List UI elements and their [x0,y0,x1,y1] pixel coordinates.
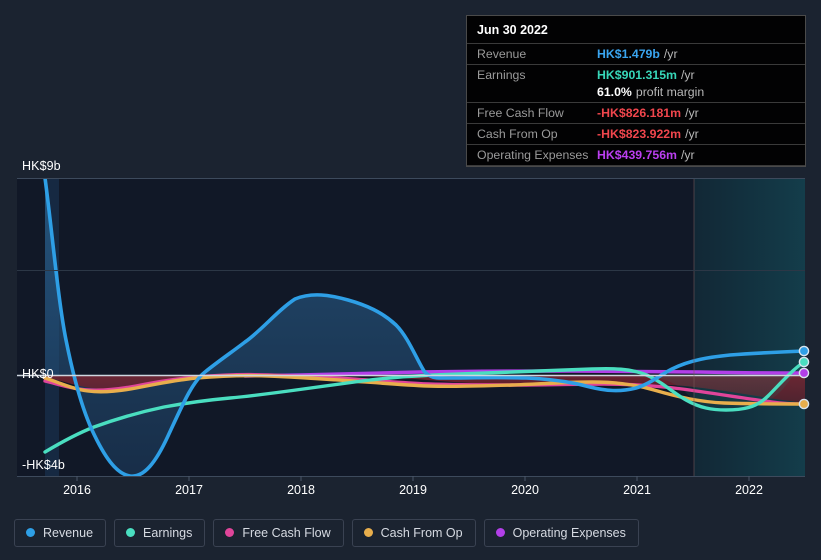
legend-dot-icon [26,528,35,537]
chart-legend: Revenue Earnings Free Cash Flow Cash From O… [0,505,821,560]
tooltip-row: Earnings HK$901.315m/yr [467,64,805,85]
y-axis-label-top: HK$9b [22,159,61,173]
tooltip-row-unit: /yr [680,148,695,162]
tooltip-row: Operating Expenses HK$439.756m/yr [467,144,805,166]
tooltip-row-unit: /yr [680,68,695,82]
y-axis-label-bottom: -HK$4b [22,458,65,472]
x-axis-label-2017: 2017 [175,483,203,497]
endpoint-revenue [798,345,810,357]
legend-item-revenue[interactable]: Revenue [14,518,107,547]
legend-item-cash-from-op[interactable]: Cash From Op [351,518,476,547]
legend-dot-icon [363,528,373,537]
tooltip-row-label: Cash From Op [477,127,558,141]
legend-item-label: Revenue [43,525,94,540]
y-axis-label-zero: HK$0 [22,367,54,381]
legend-item-label: Earnings [143,525,193,540]
x-axis-label-2022: 2022 [735,483,763,497]
tooltip-row-value: HK$439.756m [597,148,677,162]
endpoint-earnings [798,356,810,368]
tooltip-row-value: HK$901.315m [597,68,677,82]
forecast-band [694,178,805,476]
tooltip-row-label: Free Cash Flow [477,106,564,120]
endpoint-operating-expenses [798,367,810,379]
tooltip-row-value: -HK$823.922m [597,127,682,141]
legend-item-label: Cash From Op [380,525,463,540]
legend-item-label: Free Cash Flow [242,525,331,540]
legend-item-earnings[interactable]: Earnings [114,518,206,547]
tooltip-date: Jun 30 2022 [477,23,548,37]
legend-item-label: Operating Expenses [512,525,626,540]
tooltip-row-value: -HK$826.181m [597,106,682,120]
legend-dot-icon [225,528,235,537]
legend-dot-icon [495,528,505,537]
tooltip-row: Free Cash Flow -HK$826.181m/yr [467,102,805,123]
tooltip-row-label: Revenue [477,47,527,61]
tooltip-row-unit: /yr [685,106,699,120]
tooltip-row-label: Earnings [477,68,526,82]
financial-chart[interactable]: HK$9b HK$0 -HK$4b 2016 2017 2018 2019 20… [0,0,821,505]
tooltip-row-value: HK$1.479b [597,47,660,61]
tooltip-row-unit: /yr [685,127,699,141]
legend-item-free-cash-flow[interactable]: Free Cash Flow [213,518,344,547]
x-axis-label-2018: 2018 [287,483,315,497]
x-axis-label-2020: 2020 [511,483,539,497]
x-axis-label-2016: 2016 [63,483,91,497]
chart-page: HK$9b HK$0 -HK$4b 2016 2017 2018 2019 20… [0,0,821,560]
tooltip-row-value: 61.0% [597,85,632,99]
tooltip-row: 61.0% profit margin [467,85,805,102]
tooltip-row-unit: profit margin [635,85,705,99]
endpoint-cash-from-op [798,398,810,410]
x-axis-label-2021: 2021 [623,483,651,497]
tooltip-row: Revenue HK$1.479b/yr [467,43,805,64]
tooltip-row: Cash From Op -HK$823.922m/yr [467,123,805,144]
x-axis-label-2019: 2019 [399,483,427,497]
legend-item-operating-expenses[interactable]: Operating Expenses [483,518,639,547]
tooltip-row-label: Operating Expenses [477,148,589,162]
legend-dot-icon [126,528,136,537]
tooltip-row-unit: /yr [663,47,678,61]
tooltip-rows: Revenue HK$1.479b/yr Earnings HK$901.315m/y… [467,43,805,166]
chart-tooltip: Jun 30 2022 Revenue HK$1.479b/yr Earnings H… [466,15,806,167]
